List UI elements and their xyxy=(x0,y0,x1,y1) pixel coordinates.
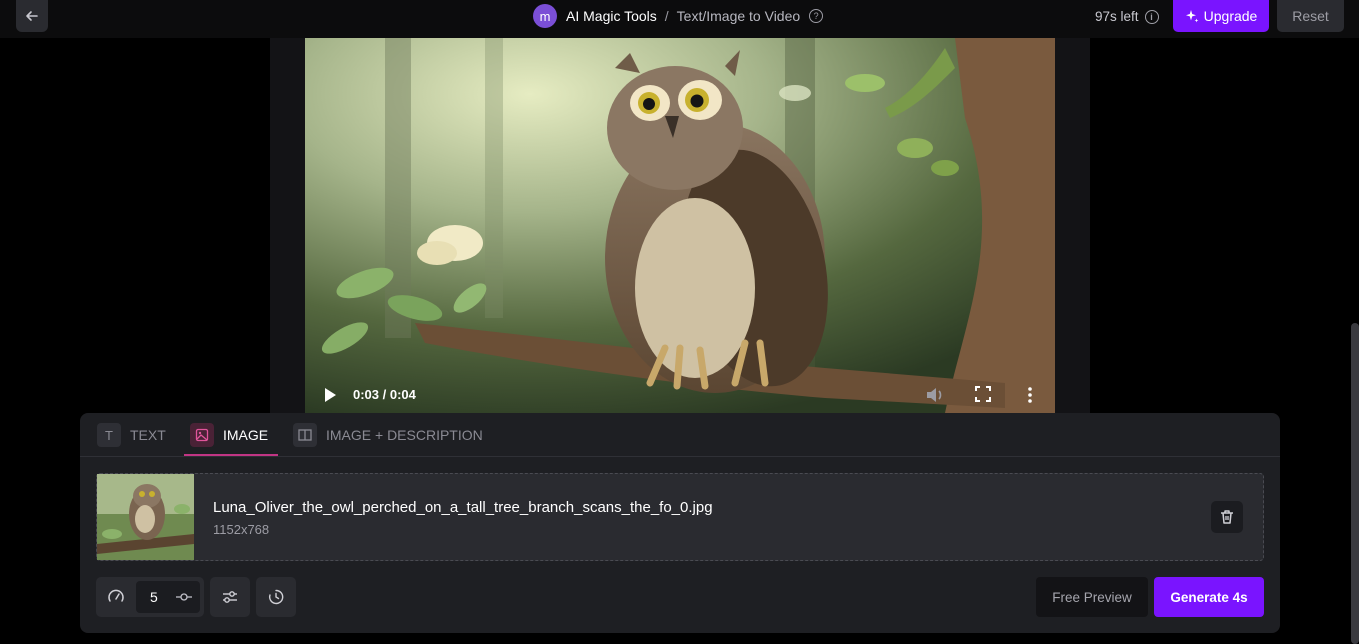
video-player[interactable]: 0:03 / 0:04 xyxy=(305,38,1055,413)
steps-value: 5 xyxy=(150,589,158,605)
image-icon xyxy=(190,423,214,447)
tab-text[interactable]: T TEXT xyxy=(97,423,166,456)
tab-image-description[interactable]: IMAGE + DESCRIPTION xyxy=(293,423,483,456)
volume-icon[interactable] xyxy=(925,386,945,404)
breadcrumb: m AI Magic Tools / Text/Image to Video ? xyxy=(533,4,824,28)
steps-field[interactable]: 5 xyxy=(136,581,200,613)
text-icon: T xyxy=(97,423,121,447)
more-options-icon[interactable] xyxy=(1023,385,1037,405)
file-dimensions: 1152x768 xyxy=(213,522,270,537)
credits-remaining: 97s left i xyxy=(1095,9,1159,24)
upgrade-label: Upgrade xyxy=(1203,8,1258,24)
owl-video-frame xyxy=(305,38,1055,413)
top-bar: m AI Magic Tools / Text/Image to Video ?… xyxy=(0,0,1359,38)
sliders-icon xyxy=(223,591,237,603)
generate-button[interactable]: Generate 4s xyxy=(1154,577,1264,617)
reset-button[interactable]: Reset xyxy=(1277,0,1344,32)
tab-image-description-label: IMAGE + DESCRIPTION xyxy=(326,427,483,443)
tab-image[interactable]: IMAGE xyxy=(184,423,279,456)
page-title: Text/Image to Video xyxy=(676,8,801,24)
duration-button[interactable] xyxy=(256,577,296,617)
motion-speed-control: 5 xyxy=(96,577,204,617)
info-icon[interactable]: i xyxy=(1144,9,1159,24)
arrow-left-icon xyxy=(26,11,38,21)
file-thumbnail xyxy=(97,474,194,560)
trash-icon xyxy=(1221,510,1233,524)
input-panel: T TEXT IMAGE IMAGE + DESCRIPTION Luna_Ol… xyxy=(80,413,1280,633)
timer-icon xyxy=(268,589,284,605)
uploaded-file: Luna_Oliver_the_owl_perched_on_a_tall_tr… xyxy=(96,473,1264,561)
breadcrumb-separator: / xyxy=(664,8,669,24)
time-left-label: 97s left xyxy=(1095,9,1139,24)
help-icon[interactable]: ? xyxy=(809,9,824,23)
free-preview-button[interactable]: Free Preview xyxy=(1036,577,1148,617)
back-button[interactable] xyxy=(16,0,48,32)
fullscreen-icon[interactable] xyxy=(975,386,991,402)
settings-sliders-button[interactable] xyxy=(210,577,250,617)
sparkle-icon xyxy=(1185,10,1199,23)
tab-text-label: TEXT xyxy=(130,427,166,443)
avatar[interactable]: m xyxy=(533,4,557,28)
tab-image-label: IMAGE xyxy=(223,427,269,443)
split-layout-icon xyxy=(293,423,317,447)
delete-file-button[interactable] xyxy=(1211,501,1243,533)
upgrade-button[interactable]: Upgrade xyxy=(1173,0,1269,32)
video-controls: 0:03 / 0:04 xyxy=(305,377,1055,413)
page-scrollbar[interactable] xyxy=(1351,323,1359,644)
video-timestamp: 0:03 / 0:04 xyxy=(353,387,416,402)
play-icon[interactable] xyxy=(323,387,337,403)
file-name: Luna_Oliver_the_owl_perched_on_a_tall_tr… xyxy=(213,499,713,516)
speedometer-icon[interactable] xyxy=(107,588,125,606)
commit-node-icon[interactable] xyxy=(176,590,192,604)
input-mode-tabs: T TEXT IMAGE IMAGE + DESCRIPTION xyxy=(80,413,1280,457)
breadcrumb-app-name[interactable]: AI Magic Tools xyxy=(566,8,657,24)
